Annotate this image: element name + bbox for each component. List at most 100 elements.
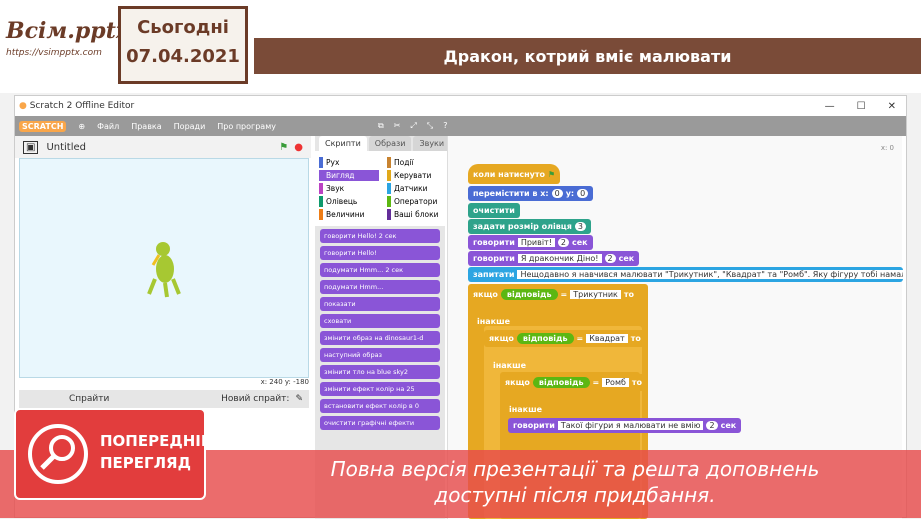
menu-about[interactable]: Про програму xyxy=(217,122,276,131)
if-label: якщо xyxy=(473,290,498,299)
preview-label: ПОПЕРЕДНІЙ ПЕРЕГЛЯД xyxy=(100,432,214,472)
y-value[interactable]: 0 xyxy=(577,189,589,198)
scratch-logo: SCRATCH xyxy=(19,120,67,132)
editor-tabs: Скрипти Образи Звуки xyxy=(315,136,451,151)
tab-sounds[interactable]: Звуки xyxy=(413,136,451,151)
paint-sprite-icon[interactable]: ✎ xyxy=(295,394,303,404)
equals-label: = xyxy=(560,290,568,299)
say-block[interactable]: говорити Такої фігури я малювати не вмію 2… xyxy=(508,418,742,433)
palette-block[interactable]: змінити ефект колір на 25 xyxy=(320,382,440,396)
minimize-icon[interactable]: — xyxy=(825,101,835,112)
y-label: y: xyxy=(565,189,575,198)
when-flag-clicked-block[interactable]: коли натиснуто ⚑ xyxy=(468,164,561,184)
if-label: якщо xyxy=(505,378,530,387)
compare-value[interactable]: Трикутник xyxy=(570,290,621,299)
sprites-label: Спрайти xyxy=(69,394,110,404)
magnifier-icon xyxy=(28,424,88,484)
banner-line-2: доступні після придбання. xyxy=(434,483,716,507)
compare-value[interactable]: Ромб xyxy=(602,378,629,387)
say-seconds[interactable]: 2 xyxy=(557,238,570,247)
shrink-icon[interactable]: ⤡ xyxy=(427,121,433,131)
green-flag-icon: ⚑ xyxy=(547,169,556,179)
category-data[interactable]: Величини xyxy=(319,209,379,220)
set-pen-size-block[interactable]: задати розмір олівця 3 xyxy=(468,219,591,234)
palette-block[interactable]: говорити Hello! 2 сек xyxy=(320,229,440,243)
menu-tips[interactable]: Поради xyxy=(174,122,206,131)
say-text[interactable]: Я дракончик Діно! xyxy=(517,254,602,263)
x-value[interactable]: 0 xyxy=(551,189,563,198)
category-pen[interactable]: Олівець xyxy=(319,196,379,207)
slide-title: Дракон, котрий вміє малювати xyxy=(254,38,921,74)
answer-reporter[interactable]: відповідь xyxy=(516,333,574,344)
palette-block[interactable]: наступний образ xyxy=(320,348,440,362)
say-block[interactable]: говорити Я дракончик Діно! 2 сек xyxy=(468,251,640,266)
then-label: то xyxy=(630,334,641,343)
compare-value[interactable]: Квадрат xyxy=(586,334,628,343)
menu-edit[interactable]: Правка xyxy=(131,122,161,131)
grow-icon[interactable]: ⤢ xyxy=(410,121,416,131)
block-categories: Рух Події Вигляд Керувати Звук Датчики О… xyxy=(315,151,445,226)
if-block[interactable]: якщо відповідь = Трикутник то xyxy=(468,286,640,303)
goto-xy-block[interactable]: перемістити в x: 0 y: 0 xyxy=(468,186,594,201)
clear-label: очистити xyxy=(473,206,515,215)
sprites-bar: Спрайти Новий спрайт: ✎ xyxy=(19,390,309,408)
say-text[interactable]: Такої фігури я малювати не вмію xyxy=(557,421,704,430)
say-seconds[interactable]: 2 xyxy=(604,254,616,263)
answer-reporter[interactable]: відповідь xyxy=(532,377,590,388)
category-control[interactable]: Керувати xyxy=(387,170,447,181)
palette-block[interactable]: змінити тло на blue sky2 xyxy=(320,365,440,379)
dragon-sprite[interactable] xyxy=(145,239,185,299)
duplicate-icon[interactable]: ⧉ xyxy=(378,121,384,131)
category-sound[interactable]: Звук xyxy=(319,183,379,194)
close-icon[interactable]: ✕ xyxy=(888,101,896,112)
if-block[interactable]: якщо відповідь = Ромб то xyxy=(500,374,648,391)
category-looks[interactable]: Вигляд xyxy=(319,170,379,181)
globe-icon[interactable]: ⊕ xyxy=(78,122,85,131)
if-block[interactable]: якщо відповідь = Квадрат то xyxy=(484,330,646,347)
palette-block[interactable]: говорити Hello! xyxy=(320,246,440,260)
ask-text[interactable]: Нещодавно я навчився малювати "Трикутник… xyxy=(517,270,903,279)
delete-icon[interactable]: ✂ xyxy=(394,121,401,131)
menu-file[interactable]: Файл xyxy=(97,122,119,131)
category-more[interactable]: Ваші блоки xyxy=(387,209,447,220)
ask-block[interactable]: запитати Нещодавно я навчився малювати "Т… xyxy=(468,267,903,282)
category-motion[interactable]: Рух xyxy=(319,157,379,168)
palette-block[interactable]: подумати Hmm... 2 сек xyxy=(320,263,440,277)
then-label: то xyxy=(623,290,635,299)
pen-clear-block[interactable]: очистити xyxy=(468,203,520,218)
fullscreen-icon[interactable]: ▣ xyxy=(23,140,39,154)
say-text[interactable]: Привіт! xyxy=(517,238,555,247)
stage[interactable] xyxy=(19,158,309,378)
project-name[interactable]: Untitled xyxy=(46,142,86,153)
stage-coords: x: 240 y: -180 xyxy=(260,378,309,386)
palette-block[interactable]: встановити ефект колір в 0 xyxy=(320,399,440,413)
say-seconds[interactable]: 2 xyxy=(706,421,718,430)
sec-label: сек xyxy=(720,421,737,430)
window-title: Scratch 2 Offline Editor xyxy=(29,101,135,111)
green-flag-icon[interactable]: ⚑ xyxy=(279,142,288,153)
category-operators[interactable]: Оператори xyxy=(387,196,447,207)
tab-scripts[interactable]: Скрипти xyxy=(319,136,367,151)
palette-block[interactable]: змінити образ на dinosaur1-d xyxy=(320,331,440,345)
site-logo: Всім.pptx https://vsimpptx.com xyxy=(6,18,129,78)
else-label: інакше xyxy=(477,317,511,326)
say-block[interactable]: говорити Привіт! 2 сек xyxy=(468,235,593,250)
date-box: Сьогодні 07.04.2021 xyxy=(118,6,248,84)
palette-block[interactable]: подумати Hmm... xyxy=(320,280,440,294)
stop-icon[interactable]: ● xyxy=(294,142,303,153)
new-sprite-label: Новий спрайт: xyxy=(221,394,290,404)
category-events[interactable]: Події xyxy=(387,157,447,168)
stage-header: ▣ Untitled ⚑ ● xyxy=(15,136,311,158)
tab-costumes[interactable]: Образи xyxy=(368,136,412,151)
palette-block[interactable]: показати xyxy=(320,297,440,311)
palette-block[interactable]: сховати xyxy=(320,314,440,328)
say-label: говорити xyxy=(513,421,555,430)
palette-block[interactable]: очистити графічні ефекти xyxy=(320,416,440,430)
answer-reporter[interactable]: відповідь xyxy=(500,289,558,300)
date-label: Сьогодні xyxy=(137,17,229,38)
pen-size-value[interactable]: 3 xyxy=(574,222,586,231)
maximize-icon[interactable]: ☐ xyxy=(857,101,866,112)
category-sensing[interactable]: Датчики xyxy=(387,183,447,194)
help-icon[interactable]: ? xyxy=(443,121,447,131)
sec-label: сек xyxy=(572,238,588,247)
